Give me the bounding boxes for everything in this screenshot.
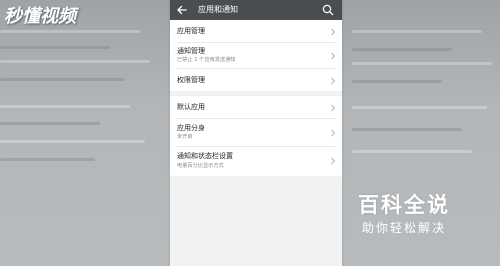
back-button[interactable] [174, 2, 190, 18]
watermark-logo: 秒懂视频 [4, 6, 76, 27]
blurred-row [352, 128, 462, 131]
chevron-right-icon [331, 157, 336, 165]
blurred-row [0, 158, 95, 161]
blurred-row [352, 150, 472, 153]
blurred-row [0, 122, 100, 125]
settings-item-default-apps[interactable]: 默认应用 [170, 96, 342, 118]
search-button[interactable] [320, 2, 336, 18]
settings-item-subtitle: 未开启 [177, 134, 193, 140]
blurred-row [0, 140, 145, 143]
watermark-brand-subtitle: 助你轻松解决 [361, 221, 446, 235]
app-bar: 应用和通知 [170, 0, 342, 20]
chevron-right-icon [331, 28, 336, 36]
blurred-row [352, 80, 442, 83]
chevron-right-icon [331, 104, 336, 112]
settings-group-apps: 应用管理 通知管理 已禁止 1 个应用发送通知 权限管理 [170, 20, 342, 91]
chevron-right-icon [331, 77, 336, 85]
arrow-left-icon [177, 5, 187, 15]
settings-item-app-management[interactable]: 应用管理 [170, 20, 342, 42]
blurred-row [352, 30, 482, 33]
settings-item-subtitle: 电量百分比显示方式 [177, 163, 224, 169]
settings-group-defaults: 默认应用 应用分身 未开启 通知和状态栏设置 电量百分比显示方式 [170, 96, 342, 176]
chevron-right-icon [331, 52, 336, 60]
settings-item-title: 通知和状态栏设置 [177, 152, 233, 160]
blurred-row [0, 105, 130, 108]
phone-screen: 应用和通知 应用管理 通知管理 已禁止 1 个应用发送通知 权限管理 默认应用 … [170, 0, 342, 266]
settings-item-notification-management[interactable]: 通知管理 已禁止 1 个应用发送通知 [170, 43, 342, 68]
blurred-row [352, 106, 487, 109]
settings-item-title: 默认应用 [177, 103, 205, 111]
settings-item-title: 权限管理 [177, 76, 205, 84]
search-icon [322, 4, 334, 16]
settings-item-notification-statusbar[interactable]: 通知和状态栏设置 电量百分比显示方式 [170, 147, 342, 176]
chevron-right-icon [331, 129, 336, 137]
blurred-row [0, 30, 140, 33]
blurred-row [0, 60, 150, 63]
background-left [0, 0, 170, 266]
settings-item-title: 应用管理 [177, 27, 205, 35]
watermark-brand: 百科全说 助你轻松解决 [350, 192, 458, 236]
blurred-row [0, 46, 110, 49]
blurred-row [352, 48, 452, 51]
page-title: 应用和通知 [198, 5, 238, 14]
blurred-row [352, 62, 492, 65]
watermark-brand-title: 百科全说 [358, 193, 450, 217]
settings-item-subtitle: 已禁止 1 个应用发送通知 [177, 57, 236, 63]
blurred-row [0, 78, 125, 81]
settings-item-app-twin[interactable]: 应用分身 未开启 [170, 119, 342, 146]
settings-item-permission-management[interactable]: 权限管理 [170, 69, 342, 91]
settings-item-title: 应用分身 [177, 124, 205, 132]
settings-item-title: 通知管理 [177, 47, 205, 55]
